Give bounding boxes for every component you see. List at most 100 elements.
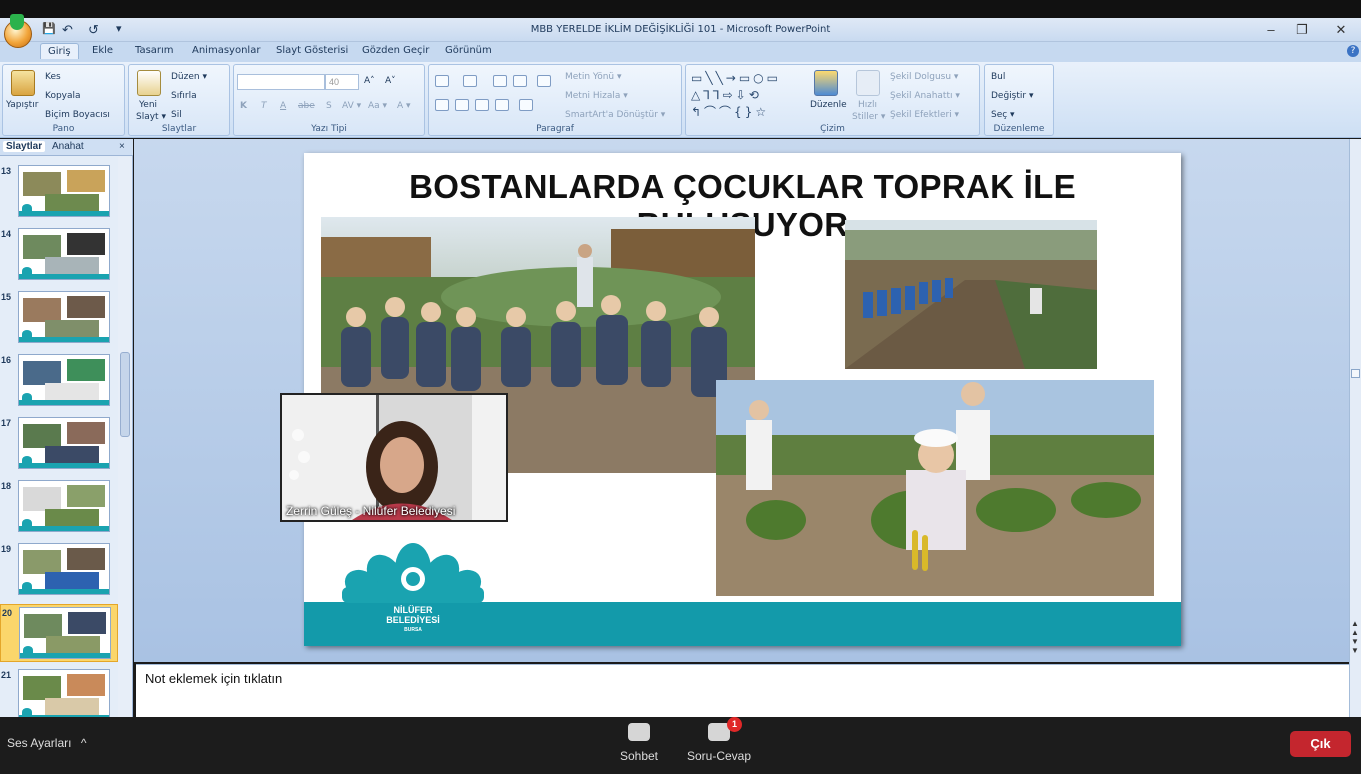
shapes-gallery[interactable]: ▭╲╲→▭○▭ △⅂⅂⇨⇩⟲ ↰⌒⌒{}☆: [691, 70, 801, 120]
tab-gozden-gecir[interactable]: Gözden Geçir: [362, 45, 429, 56]
tab-tasarim[interactable]: Tasarım: [135, 45, 174, 56]
slide-scrollbar[interactable]: ▲ ▲ ▼ ▼: [1349, 139, 1361, 717]
qat-more-icon[interactable]: ▾: [116, 22, 122, 35]
align-right-icon[interactable]: [475, 99, 489, 111]
bullets-icon[interactable]: [435, 75, 449, 87]
panel-scrollbar[interactable]: [118, 157, 132, 717]
strike-button[interactable]: abe: [298, 101, 315, 111]
font-size-combo[interactable]: 40: [325, 74, 359, 90]
logo-text-belediyesi: BELEDİYESİ: [386, 615, 440, 625]
participant-video-tile[interactable]: Zerrin Güleş - Nilüfer Belediyesi: [280, 393, 508, 522]
underline-button[interactable]: A: [280, 101, 286, 111]
change-case-button[interactable]: Aa ▾: [368, 101, 387, 111]
new-slide-button-line1[interactable]: Yeni: [139, 100, 157, 110]
thumbnail-image[interactable]: [18, 417, 110, 469]
thumbnail-image[interactable]: [18, 228, 110, 280]
tab-slaytlar[interactable]: Slaytlar: [3, 141, 46, 152]
select-button[interactable]: Seç ▾: [991, 110, 1015, 120]
grow-font-button[interactable]: A˄: [364, 76, 375, 86]
shadow-button[interactable]: S: [326, 101, 332, 111]
shape-effects-button[interactable]: Şekil Efektleri ▾: [890, 110, 959, 120]
quick-styles-button-line1[interactable]: Hızlı: [858, 100, 877, 110]
columns-icon[interactable]: [519, 99, 533, 111]
close-button[interactable]: ✕: [1330, 21, 1352, 39]
text-direction-button[interactable]: Metin Yönü ▾: [565, 72, 622, 82]
thumbnail-image[interactable]: [18, 543, 110, 595]
chat-button[interactable]: Sohbet: [604, 723, 674, 763]
panel-scroll-thumb[interactable]: [120, 352, 130, 437]
thumbnail-image[interactable]: [19, 607, 111, 659]
minimize-button[interactable]: –: [1260, 21, 1282, 39]
save-icon[interactable]: 💾: [42, 22, 56, 35]
thumbnail-image[interactable]: [18, 669, 110, 721]
restore-button[interactable]: ❐: [1291, 21, 1313, 39]
qa-button[interactable]: 1 Soru-Cevap: [684, 717, 754, 763]
audio-settings-button[interactable]: Ses Ayarları ^: [7, 736, 86, 750]
slide-thumbnail-18[interactable]: 18: [0, 478, 118, 536]
slide-thumbnail-14[interactable]: 14: [0, 226, 118, 284]
smartart-button[interactable]: SmartArt'a Dönüştür ▾: [565, 110, 665, 120]
tab-gorunum[interactable]: Görünüm: [445, 45, 492, 56]
format-painter-button[interactable]: Biçim Boyacısı: [45, 110, 110, 120]
slide-thumbnail-20[interactable]: 20: [0, 604, 118, 662]
undo-icon[interactable]: ↶: [62, 22, 73, 38]
slide-thumbnail-13[interactable]: 13: [0, 163, 118, 221]
page-nav-icon[interactable]: ▲ ▲ ▼ ▼: [1351, 619, 1359, 655]
replace-button[interactable]: Değiştir ▾: [991, 91, 1033, 101]
align-center-icon[interactable]: [455, 99, 469, 111]
bold-button[interactable]: K: [240, 101, 247, 111]
slide-thumbnail-19[interactable]: 19: [0, 541, 118, 599]
thumbnail-photo: [23, 298, 61, 322]
shape-fill-button[interactable]: Şekil Dolgusu ▾: [890, 72, 958, 82]
char-spacing-button[interactable]: AV ▾: [342, 101, 361, 111]
slide-thumbnail-17[interactable]: 17: [0, 415, 118, 473]
cut-button[interactable]: Kes: [45, 72, 61, 82]
copy-button[interactable]: Kopyala: [45, 91, 81, 101]
redo-icon[interactable]: ↺: [88, 22, 99, 38]
shape-outline-button[interactable]: Şekil Anahattı ▾: [890, 91, 960, 101]
align-left-icon[interactable]: [435, 99, 449, 111]
tab-slayt-gosterisi[interactable]: Slayt Gösterisi: [276, 45, 348, 56]
paste-icon[interactable]: [11, 70, 35, 96]
thumbnail-image[interactable]: [18, 354, 110, 406]
slide-thumbnail-15[interactable]: 15: [0, 289, 118, 347]
new-slide-button-line2[interactable]: Slayt ▾: [136, 112, 166, 122]
help-icon[interactable]: ?: [1347, 45, 1359, 57]
paste-button[interactable]: Yapıştır: [6, 100, 38, 110]
thumbnail-image[interactable]: [18, 291, 110, 343]
font-color-button[interactable]: A ▾: [397, 101, 411, 111]
group-label-pano: Pano: [52, 124, 75, 134]
justify-icon[interactable]: [495, 99, 509, 111]
reset-button[interactable]: Sıfırla: [171, 91, 197, 101]
thumbnail-image[interactable]: [18, 165, 110, 217]
arrange-button[interactable]: Düzenle: [810, 100, 847, 110]
font-name-combo[interactable]: [237, 74, 325, 90]
new-slide-icon[interactable]: [137, 70, 161, 96]
decrease-indent-icon[interactable]: [493, 75, 507, 87]
increase-indent-icon[interactable]: [513, 75, 527, 87]
slide-thumbnail-16[interactable]: 16: [0, 352, 118, 410]
tab-anahat[interactable]: Anahat: [52, 141, 84, 152]
arrange-icon[interactable]: [814, 70, 838, 96]
slides-panel: Slaytlar Anahat × 13 14 15 16 17 18 19 20 21: [0, 139, 133, 721]
shrink-font-button[interactable]: A˅: [385, 76, 396, 86]
close-panel-icon[interactable]: ×: [119, 141, 125, 152]
line-spacing-icon[interactable]: [537, 75, 551, 87]
thumbnail-image[interactable]: [18, 480, 110, 532]
delete-slide-button[interactable]: Sil: [171, 110, 182, 120]
quick-styles-button-line2[interactable]: Stiller ▾: [852, 112, 885, 122]
italic-button[interactable]: T: [261, 101, 267, 111]
tab-animasyonlar[interactable]: Animasyonlar: [192, 45, 260, 56]
chevron-up-icon[interactable]: ^: [81, 736, 87, 750]
tab-ekle[interactable]: Ekle: [92, 45, 113, 56]
notes-placeholder[interactable]: Not eklemek için tıklatın: [145, 671, 282, 686]
leave-button[interactable]: Çık: [1290, 731, 1351, 757]
align-text-button[interactable]: Metni Hizala ▾: [565, 91, 628, 101]
numbering-icon[interactable]: [463, 75, 477, 87]
scroll-thumb[interactable]: [1351, 369, 1360, 378]
tab-giris[interactable]: Giriş: [40, 43, 79, 59]
find-button[interactable]: Bul: [991, 72, 1005, 82]
quick-styles-icon[interactable]: [856, 70, 880, 96]
layout-button[interactable]: Düzen ▾: [171, 72, 207, 82]
notes-pane[interactable]: Not eklemek için tıklatın: [136, 664, 1349, 717]
